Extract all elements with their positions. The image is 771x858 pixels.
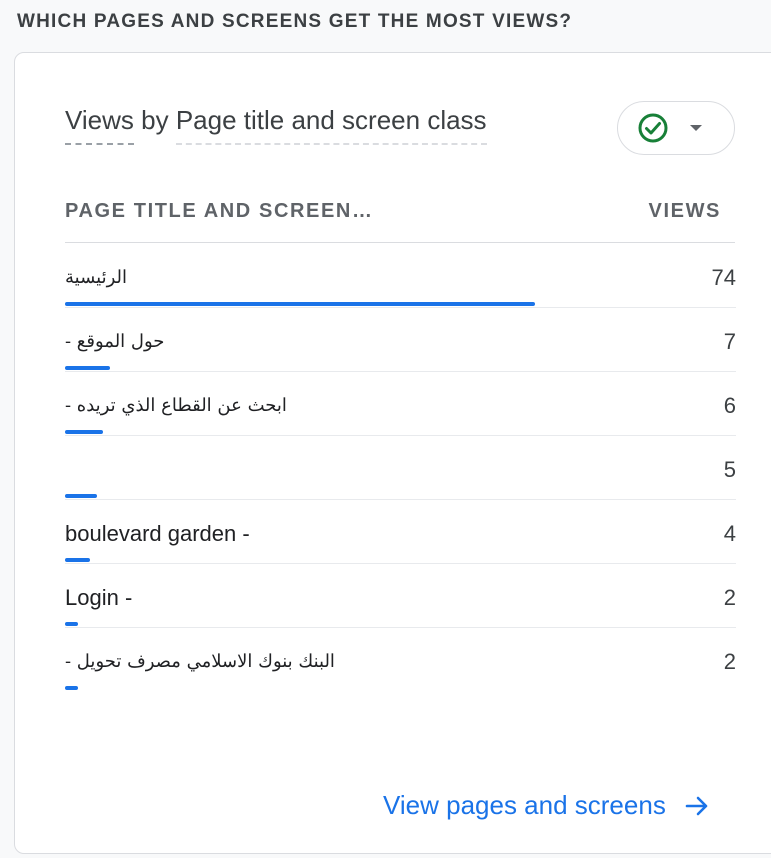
table-row[interactable]: ابحث عن القطاع الذي تريده - 6 [65,371,736,436]
row-views-value: 7 [723,329,736,354]
views-bar-track [65,622,735,626]
views-bar-track [65,366,735,370]
title-connector: by [141,105,169,135]
views-bar [65,686,78,690]
table-row[interactable]: boulevard garden - 4 [65,499,736,564]
table-row[interactable]: حول الموقع - 7 [65,307,736,372]
row-page-title: حول الموقع - [65,331,165,352]
section-heading: WHICH PAGES AND SCREENS GET THE MOST VIE… [17,11,573,32]
row-page-title: Login - [65,585,133,610]
table-row[interactable]: 5 [65,435,736,500]
views-bar [65,430,103,434]
views-bar [65,494,97,498]
row-page-title: الرئيسية [65,267,127,288]
table-row[interactable]: الرئيسية 74 [65,243,736,308]
views-bar [65,558,90,562]
column-header-views[interactable]: VIEWS [649,200,721,223]
views-bar-track [65,302,735,306]
row-views-value: 5 [723,457,736,482]
row-page-title: boulevard garden - [65,521,250,546]
card-title[interactable]: Views by Page title and screen class [65,105,487,145]
footer-link-label[interactable]: View pages and screens [383,790,666,821]
view-pages-and-screens-link[interactable]: View pages and screens [383,790,710,821]
caret-down-icon [690,125,702,131]
row-views-value: 2 [723,649,736,674]
views-bar [65,366,110,370]
data-quality-dropdown[interactable] [617,101,735,155]
check-circle-icon [636,111,670,145]
row-views-value: 74 [711,265,736,290]
column-header-page-title[interactable]: PAGE TITLE AND SCREEN… [65,200,374,223]
arrow-right-icon [684,793,710,819]
views-bar-track [65,686,735,690]
views-bar-track [65,558,735,562]
row-page-title: البنك بنوك الاسلامي مصرف تحويل - [65,651,335,672]
row-views-value: 4 [723,521,736,546]
views-bar-track [65,430,735,434]
views-bar [65,622,78,626]
dimension-label[interactable]: Page title and screen class [175,105,487,145]
table-row[interactable]: البنك بنوك الاسلامي مصرف تحويل - 2 [65,627,736,691]
row-page-title: ابحث عن القطاع الذي تريده - [65,395,287,416]
row-views-value: 2 [723,585,736,610]
views-bar [65,302,535,306]
row-views-value: 6 [723,393,736,418]
views-bar-track [65,494,735,498]
table-row[interactable]: Login - 2 [65,563,736,628]
metric-label[interactable]: Views [65,105,134,145]
views-card: Views by Page title and screen class PAG… [14,52,771,854]
